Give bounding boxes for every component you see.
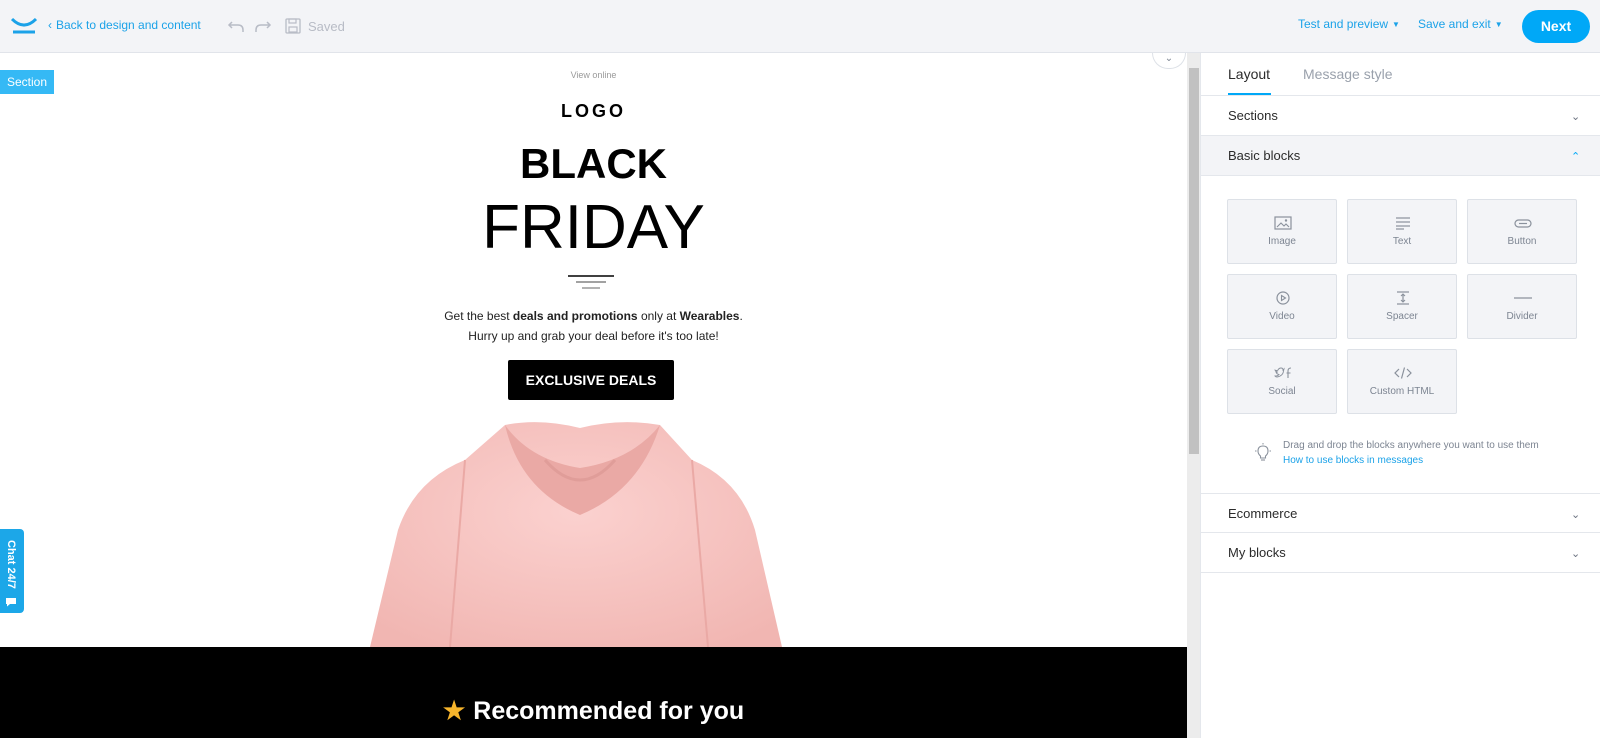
promo-text-part: . (739, 309, 743, 323)
block-image[interactable]: Image (1227, 199, 1337, 264)
save-and-exit-menu[interactable]: Save and exit ▼ (1418, 17, 1503, 31)
block-spacer-label: Spacer (1386, 311, 1418, 322)
block-button[interactable]: Button (1467, 199, 1577, 264)
recommended-heading[interactable]: ★ Recommended for you (0, 696, 1187, 726)
block-divider[interactable]: Divider (1467, 274, 1577, 339)
promo-bold-deals: deals and promotions (512, 309, 638, 323)
how-to-use-blocks-link[interactable]: How to use blocks in messages (1283, 455, 1423, 466)
accordion-basic-blocks[interactable]: Basic blocks ⌃ (1201, 136, 1600, 176)
button-icon (1514, 219, 1532, 228)
lightbulb-icon (1255, 443, 1271, 461)
test-and-preview-menu[interactable]: Test and preview ▼ (1298, 17, 1400, 31)
recommended-heading-text: Recommended for you (473, 697, 745, 725)
accordion-ecommerce-label: Ecommerce (1228, 506, 1298, 521)
promo-bold-brand: Wearables (679, 309, 740, 323)
block-text-label: Text (1392, 236, 1412, 247)
divider-icon (1514, 297, 1532, 299)
app-logo-icon[interactable] (11, 17, 37, 35)
block-custom-html-label: Custom HTML (1369, 386, 1435, 397)
undo-icon[interactable] (226, 16, 246, 36)
view-online-label: View online (570, 70, 617, 80)
chat-label-text: Chat 24/7 (5, 540, 17, 589)
save-and-exit-label: Save and exit (1418, 17, 1491, 31)
accordion-sections-label: Sections (1228, 108, 1278, 123)
video-icon (1276, 291, 1290, 305)
chat-label: Chat 24/7 (5, 540, 17, 589)
test-and-preview-label: Test and preview (1298, 17, 1389, 31)
block-divider-label: Divider (1506, 311, 1538, 322)
block-image-label: Image (1268, 236, 1296, 247)
email-logo-text: LOGO (561, 101, 626, 121)
headline-black-text: BLACK (520, 140, 667, 187)
accordion-ecommerce[interactable]: Ecommerce ⌄ (1201, 493, 1600, 533)
save-status: Saved (308, 19, 345, 34)
back-to-design-link[interactable]: ‹ Back to design and content (48, 18, 201, 32)
chevron-down-icon: ⌄ (1571, 111, 1581, 123)
block-video-label: Video (1269, 311, 1295, 322)
social-icon (1274, 367, 1292, 378)
accordion-my-blocks-label: My blocks (1228, 545, 1286, 560)
text-icon (1396, 217, 1410, 230)
block-custom-html[interactable]: Custom HTML (1347, 349, 1457, 414)
promo-line-1: Get the best deals and promotions only a… (0, 306, 1187, 326)
block-text[interactable]: Text (1347, 199, 1457, 264)
code-icon (1394, 367, 1412, 379)
chat-bubble-icon (6, 598, 16, 607)
promo-text[interactable]: Get the best deals and promotions only a… (0, 306, 1187, 346)
hoodie-image[interactable] (370, 420, 810, 647)
top-bar: ‹ Back to design and content Saved Test a… (0, 0, 1600, 53)
block-social-label: Social (1268, 386, 1296, 397)
next-button[interactable]: Next (1522, 10, 1590, 43)
chevron-up-icon: ⌃ (1571, 151, 1581, 163)
chevron-left-icon: ‹ (48, 18, 52, 32)
image-icon (1274, 216, 1292, 230)
chevron-down-icon: ⌄ (1571, 548, 1581, 560)
headline-black[interactable]: BLACK (0, 140, 1187, 188)
save-icon (285, 18, 301, 34)
caret-down-icon: ▼ (1392, 20, 1400, 29)
accordion-sections[interactable]: Sections ⌄ (1201, 96, 1600, 136)
canvas-scrollbar-thumb[interactable] (1189, 68, 1199, 454)
accordion-my-blocks[interactable]: My blocks ⌄ (1201, 533, 1600, 573)
chevron-down-icon: ⌄ (1164, 53, 1174, 64)
block-spacer[interactable]: Spacer (1347, 274, 1457, 339)
star-icon: ★ (442, 697, 466, 725)
decorative-lines (568, 275, 614, 289)
caret-down-icon: ▼ (1494, 20, 1503, 29)
view-online-link[interactable]: View online (0, 70, 1187, 80)
accordion-basic-blocks-label: Basic blocks (1228, 148, 1301, 163)
email-logo[interactable]: LOGO (0, 101, 1187, 122)
chevron-down-icon: ⌄ (1571, 509, 1581, 521)
tab-message-style[interactable]: Message style (1303, 66, 1392, 82)
back-link-label: Back to design and content (56, 18, 201, 32)
tab-layout[interactable]: Layout (1228, 66, 1270, 82)
headline-friday-text: FRIDAY (482, 193, 705, 262)
block-video[interactable]: Video (1227, 274, 1337, 339)
promo-text-part: only at (637, 309, 680, 323)
block-social[interactable]: Social (1227, 349, 1337, 414)
promo-line-2: Hurry up and grab your deal before it's … (468, 329, 719, 343)
redo-icon[interactable] (253, 16, 273, 36)
promo-text-part: Get the best (444, 309, 513, 323)
headline-friday[interactable]: FRIDAY (0, 192, 1187, 263)
block-button-label: Button (1507, 236, 1537, 247)
exclusive-deals-button[interactable]: EXCLUSIVE DEALS (508, 360, 674, 400)
blocks-hint-text: Drag and drop the blocks anywhere you wa… (1283, 440, 1539, 451)
spacer-icon (1397, 291, 1409, 305)
